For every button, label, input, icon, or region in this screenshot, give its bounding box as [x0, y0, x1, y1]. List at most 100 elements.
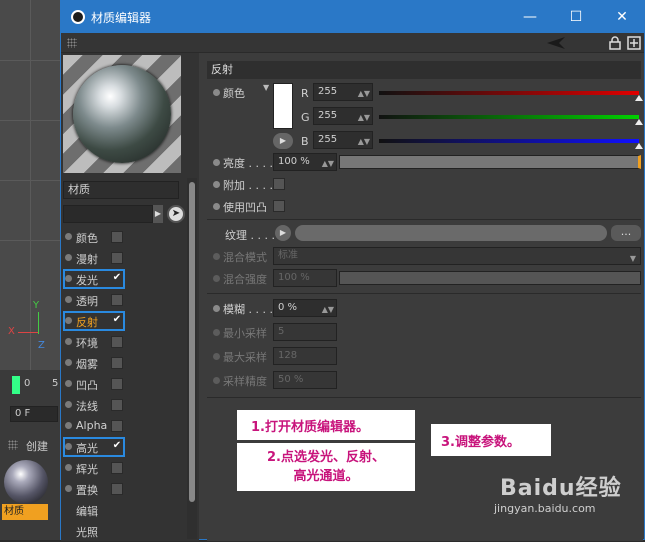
grip-icon [67, 38, 77, 48]
g-slider[interactable] [379, 115, 639, 119]
channel-item[interactable]: 法线 [61, 395, 187, 416]
texture-browse-button[interactable]: ... [611, 225, 641, 241]
channel-item[interactable]: 光照 [61, 521, 187, 542]
r-slider[interactable] [379, 91, 639, 95]
sample-accuracy-field[interactable]: 50 % [273, 371, 337, 389]
channel-checkbox[interactable] [111, 357, 123, 369]
g-value-field[interactable]: 255 ▲▼ [313, 107, 373, 125]
channel-item[interactable]: 漫射 [61, 248, 187, 269]
channel-item[interactable]: 颜色 [61, 227, 187, 248]
spin-arrows-icon[interactable]: ▲▼ [322, 156, 334, 172]
b-slider[interactable] [379, 139, 639, 143]
timeline-playhead[interactable] [12, 376, 20, 394]
color-expand-icon[interactable]: ▼ [263, 83, 269, 92]
create-menu[interactable]: 创建 [26, 438, 48, 454]
channel-item[interactable]: 编辑 [61, 500, 187, 521]
channel-checkbox[interactable] [111, 399, 123, 411]
max-samples-label: 最大采样 [223, 351, 267, 364]
channel-dot-icon [65, 401, 72, 408]
channel-checkbox[interactable] [111, 378, 123, 390]
channel-item[interactable]: 透明 [61, 290, 187, 311]
color-options-button[interactable]: ▶ [273, 133, 293, 149]
min-samples-field[interactable]: 5 [273, 323, 337, 341]
channel-checkbox[interactable] [111, 462, 123, 474]
spin-arrows-icon[interactable]: ▲▼ [322, 302, 334, 318]
channel-checkbox[interactable] [111, 483, 123, 495]
additive-checkbox[interactable] [273, 178, 285, 190]
texture-field[interactable] [295, 225, 607, 241]
divider [207, 293, 641, 294]
channel-item[interactable]: 发光 ✔ [61, 269, 187, 290]
b-value-field[interactable]: 255 ▲▼ [313, 131, 373, 149]
new-panel-icon[interactable] [627, 36, 641, 50]
channel-checkbox[interactable] [111, 294, 123, 306]
grip-icon [8, 440, 18, 450]
grid-line [0, 240, 62, 241]
material-thumbnail-label[interactable]: 材质 [2, 504, 48, 520]
channel-checkbox[interactable] [111, 420, 123, 432]
lock-icon[interactable] [609, 36, 621, 50]
channel-item[interactable]: Alpha [61, 416, 187, 437]
blend-mode-value: 标准 [278, 250, 298, 261]
spin-arrows-icon[interactable]: ▲▼ [358, 134, 370, 150]
channel-item[interactable]: 置换 [61, 479, 187, 500]
window-title: 材质编辑器 [91, 11, 152, 25]
frame-field[interactable]: 0 F [10, 406, 58, 422]
animate-dot-icon[interactable] [213, 89, 220, 96]
blend-strength-slider[interactable] [339, 271, 641, 285]
animate-dot-icon[interactable] [213, 181, 220, 188]
g-slider-handle-icon[interactable] [635, 119, 643, 125]
b-value: 255 [318, 134, 338, 145]
channel-item[interactable]: 辉光 [61, 458, 187, 479]
brightness-field[interactable]: 100 % ▲▼ [273, 153, 337, 171]
spin-arrows-icon[interactable]: ▲▼ [358, 86, 370, 102]
blend-mode-select[interactable]: 标准 ▼ [273, 247, 641, 265]
channel-checkbox[interactable] [111, 336, 123, 348]
title-bar[interactable]: 材质编辑器 — ☐ ✕ [61, 1, 644, 33]
b-slider-handle-icon[interactable] [635, 143, 643, 149]
minimize-button[interactable]: — [507, 1, 553, 33]
animate-dot-icon[interactable] [213, 305, 220, 312]
material-preview[interactable] [63, 55, 181, 173]
color-swatch[interactable] [273, 83, 293, 129]
blur-field[interactable]: 0 % ▲▼ [273, 299, 337, 317]
scrollbar-thumb[interactable] [189, 182, 195, 502]
animate-dot-icon [213, 377, 220, 384]
channel-checkbox[interactable] [111, 231, 123, 243]
blend-mode-label: 混合模式 [223, 251, 267, 264]
r-slider-handle-icon[interactable] [635, 95, 643, 101]
channel-dot-icon [65, 233, 72, 240]
channel-item[interactable]: 反射 ✔ [61, 311, 187, 332]
pick-cursor-icon[interactable]: ➤ [167, 205, 185, 223]
channel-item[interactable]: 高光 ✔ [61, 437, 187, 458]
axis-z-label: Z [38, 340, 45, 351]
channel-label: Alpha [76, 419, 108, 432]
axis-y-line [38, 312, 39, 334]
maximize-button[interactable]: ☐ [553, 1, 599, 33]
channel-item[interactable]: 凹凸 [61, 374, 187, 395]
use-bump-checkbox[interactable] [273, 200, 285, 212]
channel-scrollbar[interactable] [187, 178, 197, 539]
brightness-slider[interactable] [339, 155, 641, 169]
dropdown-arrow-icon[interactable]: ▶ [153, 205, 163, 223]
divider [207, 219, 641, 220]
spin-arrows-icon[interactable]: ▲▼ [358, 110, 370, 126]
channel-label: 颜色 [76, 232, 98, 245]
grid-line [30, 0, 31, 370]
material-dropdown[interactable] [63, 205, 153, 223]
back-arrow-icon[interactable] [545, 36, 567, 50]
r-value-field[interactable]: 255 ▲▼ [313, 83, 373, 101]
close-button[interactable]: ✕ [599, 1, 645, 33]
channel-item[interactable]: 烟雾 [61, 353, 187, 374]
channel-item[interactable]: 环境 [61, 332, 187, 353]
material-name-field[interactable]: 材质 [63, 181, 179, 199]
blend-strength-field[interactable]: 100 % [273, 269, 337, 287]
animate-dot-icon[interactable] [213, 203, 220, 210]
max-samples-field[interactable]: 128 [273, 347, 337, 365]
animate-dot-icon[interactable] [213, 159, 220, 166]
material-thumbnail[interactable] [4, 460, 48, 504]
texture-options-button[interactable]: ▶ [275, 225, 291, 241]
min-samples-value: 5 [278, 326, 285, 337]
channel-checkbox[interactable] [111, 252, 123, 264]
note-step1: 1.打开材质编辑器。 [237, 410, 415, 440]
